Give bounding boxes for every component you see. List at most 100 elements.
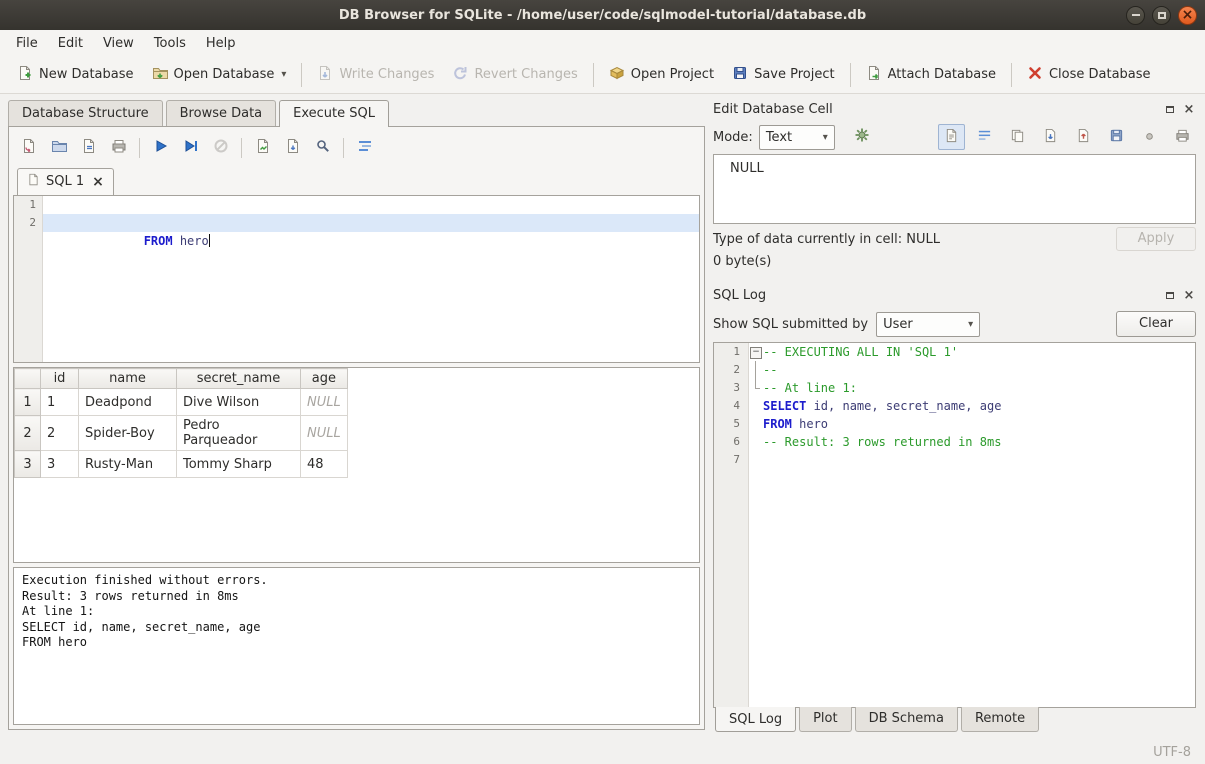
- revert-changes-icon: [452, 65, 468, 85]
- write-changes-button: Write Changes: [308, 60, 443, 90]
- statusbar: UTF-8: [0, 740, 1205, 764]
- close-tab-icon[interactable]: ×: [92, 175, 104, 189]
- new-database-button[interactable]: New Database: [8, 60, 143, 90]
- menu-tools[interactable]: Tools: [144, 33, 196, 54]
- float-panel-button[interactable]: [1163, 289, 1177, 302]
- results-corner: [15, 369, 41, 389]
- chevron-down-icon: ▾: [823, 132, 828, 143]
- maximize-icon: [1158, 12, 1166, 19]
- export-csv-icon: [255, 138, 271, 158]
- menu-view[interactable]: View: [93, 33, 144, 54]
- attach-database-button[interactable]: Attach Database: [857, 60, 1005, 90]
- cell-editor[interactable]: NULL: [713, 154, 1196, 224]
- open-database-button[interactable]: Open Database ▾: [143, 60, 296, 90]
- attach-database-icon: [866, 65, 882, 85]
- minimize-button[interactable]: [1126, 6, 1145, 25]
- sql-file-icon: [27, 173, 40, 190]
- edit-cell-toolbar: Mode: Text ▾: [713, 120, 1196, 154]
- cell-size-info: 0 byte(s): [713, 254, 1196, 274]
- import-cell-button[interactable]: [1037, 124, 1064, 150]
- format-sql-button[interactable]: [351, 135, 378, 161]
- log-line: 5FROM hero: [749, 415, 1195, 433]
- menu-file[interactable]: File: [6, 33, 48, 54]
- print-icon: [1175, 128, 1190, 147]
- open-database-dropdown-icon[interactable]: ▾: [281, 69, 286, 80]
- chevron-down-icon: ▾: [968, 319, 973, 330]
- minimize-icon: [1132, 14, 1140, 16]
- print-cell-button[interactable]: [1169, 124, 1196, 150]
- save-sql-file-button[interactable]: [75, 135, 102, 161]
- sql-editor[interactable]: 1SELECT id, name, secret_name, age 2FROM…: [13, 195, 700, 363]
- execute-line-button[interactable]: [177, 135, 204, 161]
- table-row[interactable]: 1 1 Deadpond Dive Wilson NULL: [15, 389, 348, 416]
- column-header-age[interactable]: age: [301, 369, 348, 389]
- set-null-icon: [1142, 128, 1157, 147]
- save-sql-file-icon: [81, 138, 97, 158]
- submitter-select[interactable]: User ▾: [876, 312, 980, 337]
- export-csv-button[interactable]: [249, 135, 276, 161]
- save-project-button[interactable]: Save Project: [723, 60, 844, 90]
- column-header-name[interactable]: name: [79, 369, 177, 389]
- word-wrap-icon: [977, 128, 992, 147]
- revert-changes-button: Revert Changes: [443, 60, 586, 90]
- execution-message: Execution finished without errors. Resul…: [13, 567, 700, 725]
- find-replace-button[interactable]: [309, 135, 336, 161]
- print-sql-button[interactable]: [105, 135, 132, 161]
- close-panel-button[interactable]: ×: [1182, 289, 1196, 302]
- text-view-button[interactable]: [938, 124, 965, 150]
- close-icon: ×: [1182, 8, 1194, 22]
- save-as-icon: [1109, 128, 1124, 147]
- close-panel-button[interactable]: ×: [1182, 103, 1196, 116]
- save-project-icon: [732, 65, 748, 85]
- execute-all-button[interactable]: [147, 135, 174, 161]
- sql-tab[interactable]: SQL 1 ×: [17, 168, 114, 195]
- sql-log-title: SQL Log: [713, 288, 1163, 303]
- log-line: 3-- At line 1:: [749, 379, 1195, 397]
- tab-browse-data[interactable]: Browse Data: [166, 100, 277, 126]
- copy-cell-button[interactable]: [1004, 124, 1031, 150]
- tab-remote[interactable]: Remote: [961, 707, 1039, 732]
- main-toolbar: New Database Open Database ▾ Write Chang…: [0, 56, 1205, 94]
- stop-execution-button: [207, 135, 234, 161]
- export-cell-button[interactable]: [1070, 124, 1097, 150]
- toolbar-separator: [139, 138, 140, 158]
- log-line: 4SELECT id, name, secret_name, age: [749, 397, 1195, 415]
- print-icon: [111, 138, 127, 158]
- menu-edit[interactable]: Edit: [48, 33, 93, 54]
- auto-mode-button[interactable]: [849, 124, 876, 150]
- column-header-id[interactable]: id: [41, 369, 79, 389]
- fold-marker-icon[interactable]: [749, 343, 763, 361]
- maximize-button[interactable]: [1152, 6, 1171, 25]
- save-results-icon: [285, 138, 301, 158]
- menubar: File Edit View Tools Help: [0, 30, 1205, 56]
- tab-database-structure[interactable]: Database Structure: [8, 100, 163, 126]
- tab-execute-sql[interactable]: Execute SQL: [279, 100, 389, 127]
- menu-help[interactable]: Help: [196, 33, 246, 54]
- close-button[interactable]: ×: [1178, 6, 1197, 25]
- tab-plot[interactable]: Plot: [799, 707, 852, 732]
- execute-all-icon: [153, 138, 169, 158]
- open-sql-folder-button[interactable]: [45, 135, 72, 161]
- clear-log-button[interactable]: Clear: [1116, 311, 1196, 337]
- set-null-button[interactable]: [1136, 124, 1163, 150]
- save-results-button[interactable]: [279, 135, 306, 161]
- word-wrap-button[interactable]: [971, 124, 998, 150]
- main-tabs: Database Structure Browse Data Execute S…: [8, 100, 705, 126]
- mode-select[interactable]: Text ▾: [759, 125, 835, 150]
- close-database-button[interactable]: Close Database: [1018, 60, 1160, 90]
- table-row[interactable]: 3 3 Rusty-Man Tommy Sharp 48: [15, 451, 348, 478]
- tab-sql-log[interactable]: SQL Log: [715, 707, 796, 732]
- open-sql-file-button[interactable]: [15, 135, 42, 161]
- open-project-button[interactable]: Open Project: [600, 60, 723, 90]
- stop-icon: [213, 138, 229, 158]
- sql-tabbar: SQL 1 ×: [13, 165, 700, 195]
- float-panel-button[interactable]: [1163, 103, 1177, 116]
- tab-db-schema[interactable]: DB Schema: [855, 707, 958, 732]
- app-window: DB Browser for SQLite - /home/user/code/…: [0, 0, 1205, 764]
- column-header-secret-name[interactable]: secret_name: [177, 369, 301, 389]
- table-row[interactable]: 2 2 Spider-Boy Pedro Parqueador NULL: [15, 416, 348, 451]
- save-cell-button[interactable]: [1103, 124, 1130, 150]
- results-grid: id name secret_name age 1 1 Deadpond Div…: [13, 367, 700, 563]
- toolbar-separator: [593, 63, 594, 87]
- close-database-icon: [1027, 65, 1043, 85]
